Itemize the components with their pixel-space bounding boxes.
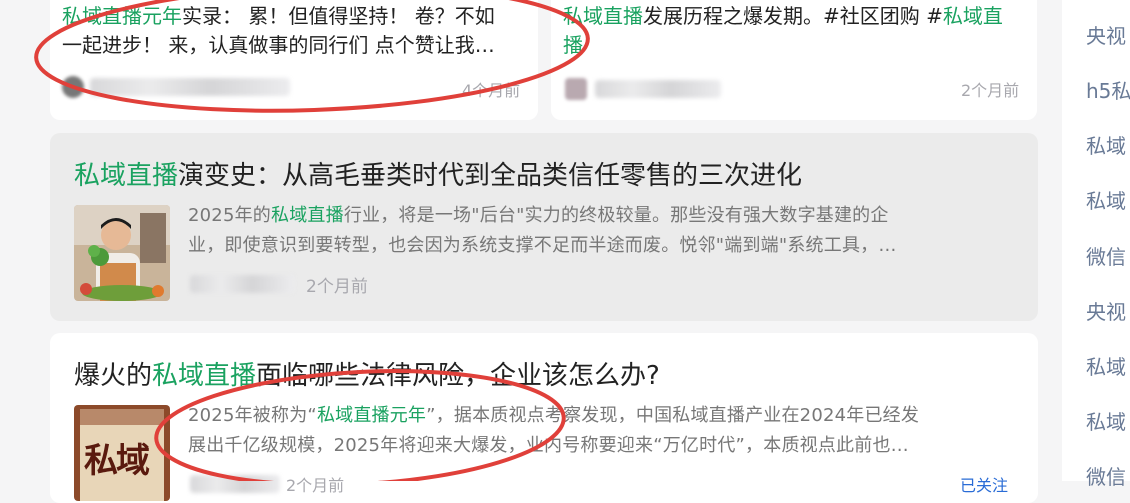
article-text-rest: 发展历程之爆发期。#社区团购 #: [643, 4, 943, 28]
summary-text: 2025年的: [188, 205, 272, 226]
sidebar-link[interactable]: 私域: [1086, 351, 1126, 380]
article-text-rest: 实录： 累！但值得坚持！ 卷？不如: [182, 4, 495, 28]
sidebar-link[interactable]: 微信: [1086, 461, 1126, 490]
author-avatar: [565, 78, 587, 100]
summary-text-2: 行业，将是一场"后台"实力的终极较量。那些没有强大数字基建的企: [343, 205, 889, 226]
article-title: 私域直播演变史：从高毛垂类时代到全品类信任零售的三次进化: [74, 155, 802, 192]
author-name-blurred: [90, 78, 290, 96]
article-thumbnail: 私域: [74, 405, 170, 501]
sidebar-link[interactable]: 微信: [1086, 241, 1126, 270]
author-avatar: [62, 76, 84, 98]
sidebar-link[interactable]: h5私: [1086, 75, 1130, 104]
sidebar-link[interactable]: 私域: [1086, 130, 1126, 159]
article-title-a: 爆火的: [74, 361, 153, 391]
sidebar-link[interactable]: 私域: [1086, 406, 1126, 435]
summary-highlight: 私域直播: [271, 205, 344, 226]
author-name-blurred: [595, 80, 721, 98]
summary-text: 2025年被称为“: [188, 405, 317, 426]
article-thumbnail: [74, 205, 170, 301]
author-name-blurred: [190, 475, 280, 493]
article-text-line2: 一起进步！ 来，认真做事的同行们 点个赞让我…: [62, 33, 495, 57]
thumbnail-image: [74, 205, 170, 301]
summary-line-2: 展出千亿级规模，2025年将迎来大爆发，业内号称要迎来“万亿时代”，本质视点此前…: [188, 435, 909, 456]
summary-highlight: 私域直播元年: [316, 405, 427, 426]
article-title-rest: 演变史：从高毛垂类时代到全品类信任零售的三次进化: [178, 161, 803, 191]
publish-time: 2个月前: [306, 277, 368, 297]
article-card-bottom[interactable]: 爆火的私域直播面临哪些法律风险，企业该怎么办? 私域 2025年被称为“私域直播…: [50, 333, 1038, 503]
follow-button[interactable]: 已关注: [960, 472, 1008, 496]
article-text-highlight-2: 私域直: [942, 4, 1003, 28]
article-title: 爆火的私域直播面临哪些法律风险，企业该怎么办?: [74, 355, 660, 392]
article-text-highlight: 私域直播: [563, 4, 643, 28]
thumbnail-text: 私域: [84, 441, 150, 481]
article-summary: 2025年被称为“私域直播元年”，据本质视点考察发现，中国私域直播产业在2024…: [188, 401, 1018, 461]
article-summary: 2025年的私域直播行业，将是一场"后台"实力的终极较量。那些没有强大数字基建的…: [188, 201, 1018, 261]
summary-text-2: ”，据本质视点考察发现，中国私域直播产业在2024年已经发: [426, 405, 920, 426]
article-title-highlight: 私域直播: [152, 361, 257, 391]
article-title-b: 面临哪些法律风险，企业该怎么办?: [256, 361, 660, 391]
sidebar-link[interactable]: 央视: [1086, 296, 1126, 325]
article-text-highlight: 私域直播元年: [62, 4, 182, 28]
article-card-top-right[interactable]: 私域直播发展历程之爆发期。#社区团购 #私域直 播 2个月前: [551, 0, 1037, 120]
article-text: 私域直播发展历程之爆发期。#社区团购 #私域直 播: [563, 2, 1023, 60]
sidebar-link[interactable]: 央视: [1086, 20, 1126, 49]
article-card-top-left[interactable]: 私域直播元年实录： 累！但值得坚持！ 卷？不如 一起进步！ 来，认真做事的同行们…: [50, 0, 538, 120]
summary-line-2: 业，即使意识到要转型，也会因为系统支撑不足而半途而废。悦邻"端到端"系统工具，…: [188, 235, 897, 256]
sidebar-link[interactable]: 私域: [1086, 185, 1126, 214]
publish-time: 2个月前: [286, 476, 345, 495]
article-title-highlight: 私域直播: [74, 161, 179, 191]
right-sidebar: 央视 h5私 私域 私域 微信 央视 私域 私域 微信: [1062, 0, 1130, 489]
publish-time: 4个月前: [462, 81, 521, 100]
author-name-blurred: [190, 275, 294, 293]
article-text-highlight-3: 播: [563, 33, 583, 57]
article-card-middle[interactable]: 私域直播演变史：从高毛垂类时代到全品类信任零售的三次进化 2025年的私域直播行…: [50, 133, 1038, 321]
article-text: 私域直播元年实录： 累！但值得坚持！ 卷？不如 一起进步！ 来，认真做事的同行们…: [62, 2, 532, 60]
publish-time: 2个月前: [961, 81, 1020, 100]
